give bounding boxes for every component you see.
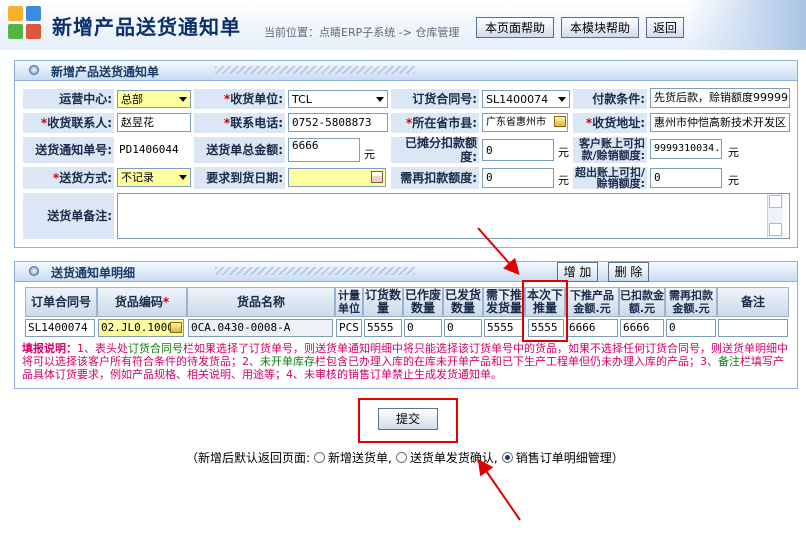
arrow-to-return-options bbox=[477, 458, 521, 521]
arrow-to-benci bbox=[477, 227, 520, 275]
annotation-arrows bbox=[477, 227, 521, 521]
